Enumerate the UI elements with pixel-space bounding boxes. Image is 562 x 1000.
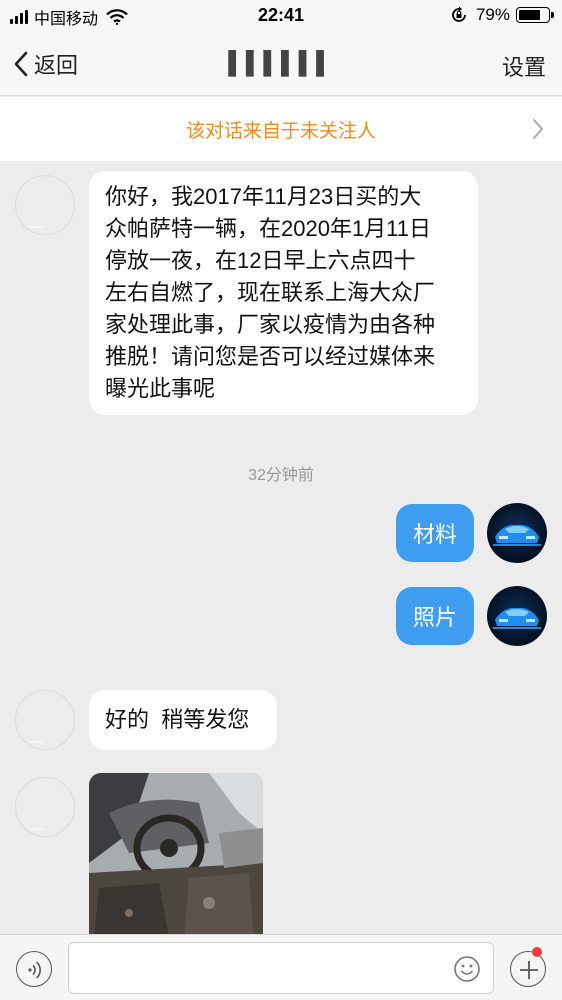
rotation-lock-icon <box>452 6 466 22</box>
emoji-icon[interactable] <box>453 955 481 983</box>
message-line: 众帕萨特一辆，在2020年1月11日 <box>105 216 432 241</box>
burned-car-photo <box>89 773 263 938</box>
nav-bar: 返回 ▌▌▌▌▌▌ 设置 <box>0 32 562 96</box>
settings-button[interactable]: 设置 <box>502 50 546 82</box>
message-input[interactable] <box>68 942 494 994</box>
input-bar <box>0 934 562 1000</box>
message-line: 推脱！请问您是否可以经过媒体来 <box>105 344 436 369</box>
unfollowed-notice[interactable]: 该对话来自于未关注人 <box>0 97 562 161</box>
image-message[interactable] <box>89 773 263 938</box>
message-line: 你好，我2017年11月23日买的大 <box>105 184 422 209</box>
voice-button[interactable] <box>16 951 52 987</box>
plus-icon <box>520 961 538 979</box>
chevron-right-icon <box>533 119 543 139</box>
user-avatar[interactable] <box>487 586 547 646</box>
message-bubble[interactable]: 好的 稍等发您 <box>89 690 277 750</box>
message-bubble[interactable]: 你好，我2017年11月23日买的大 众帕萨特一辆，在2020年1月11日 停放… <box>89 171 478 415</box>
message-bubble-sent[interactable]: 照片 <box>396 587 474 645</box>
message-text: 照片 <box>412 605 457 630</box>
chat-title: ▌▌▌▌▌▌ <box>228 50 334 75</box>
message-timestamp: 32分钟前 <box>248 467 314 484</box>
sender-avatar[interactable] <box>15 777 75 837</box>
car-avatar-icon <box>493 608 541 629</box>
status-bar: 中国移动 22:41 79% <box>0 0 562 32</box>
message-line: 曝光此事呢 <box>105 376 216 401</box>
voice-icon <box>28 961 41 979</box>
message-text: 材料 <box>412 522 457 547</box>
message-line: 左右自燃了，现在联系上海大众厂 <box>105 280 436 305</box>
sender-avatar[interactable] <box>15 690 75 750</box>
message-bubble-sent[interactable]: 材料 <box>396 504 474 562</box>
sender-avatar[interactable] <box>15 175 75 235</box>
car-avatar-icon <box>493 525 541 546</box>
notice-text: 该对话来自于未关注人 <box>185 120 376 142</box>
message-line: 家处理此事，厂家以疫情为由各种 <box>105 312 436 337</box>
battery-percent: 79% <box>475 5 510 24</box>
chat-screen: 中国移动 22:41 79% 返回 ▌▌▌▌▌▌ 设置 该对话来自于未关注人 你… <box>0 0 562 1000</box>
more-button[interactable] <box>510 951 546 987</box>
battery-icon <box>516 7 554 23</box>
user-avatar[interactable] <box>487 503 547 563</box>
message-text: 好的 稍等发您 <box>105 707 250 732</box>
message-line: 停放一夜，在12日早上六点四十 <box>105 248 416 273</box>
notification-dot <box>532 947 542 957</box>
